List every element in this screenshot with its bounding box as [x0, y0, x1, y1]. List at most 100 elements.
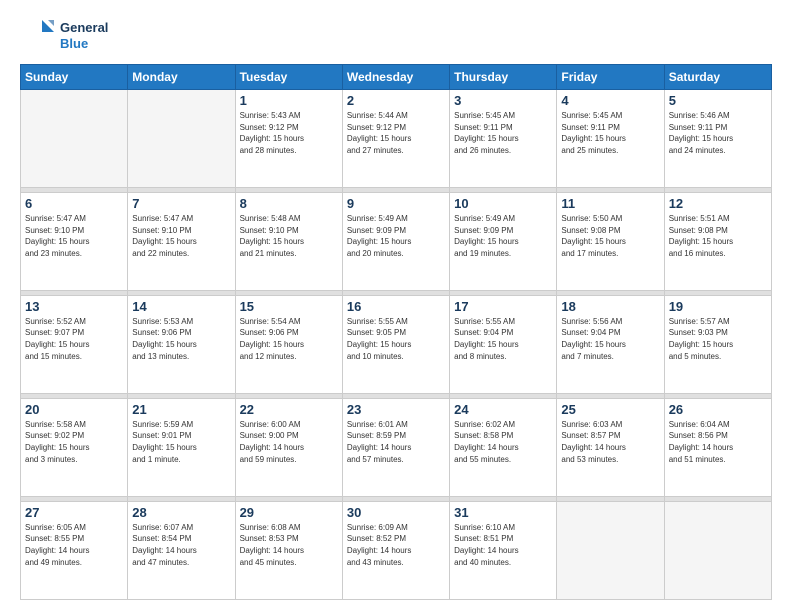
- day-info: Sunrise: 6:08 AM Sunset: 8:53 PM Dayligh…: [240, 522, 338, 568]
- calendar-cell: 20 Sunrise: 5:58 AM Sunset: 9:02 PM Dayli…: [21, 398, 128, 496]
- day-number: 28: [132, 505, 230, 520]
- logo-text: General Blue: [60, 20, 108, 51]
- calendar-cell: 3 Sunrise: 5:45 AM Sunset: 9:11 PM Daylig…: [450, 90, 557, 188]
- calendar-header-row: SundayMondayTuesdayWednesdayThursdayFrid…: [21, 65, 772, 90]
- calendar-cell: 12 Sunrise: 5:51 AM Sunset: 9:08 PM Dayli…: [664, 192, 771, 290]
- calendar-cell: 22Sunrise: 6:00 AM Sunset: 9:00 PM Dayli…: [235, 398, 342, 496]
- calendar-table: SundayMondayTuesdayWednesdayThursdayFrid…: [20, 64, 772, 600]
- day-info: Sunrise: 5:53 AM Sunset: 9:06 PM Dayligh…: [132, 316, 230, 362]
- calendar-cell: 4 Sunrise: 5:45 AM Sunset: 9:11 PM Daylig…: [557, 90, 664, 188]
- day-number: 25: [561, 402, 659, 417]
- day-number: 31: [454, 505, 552, 520]
- day-info: Sunrise: 6:10 AM Sunset: 8:51 PM Dayligh…: [454, 522, 552, 568]
- weekday-header-saturday: Saturday: [664, 65, 771, 90]
- day-info: Sunrise: 6:03 AM Sunset: 8:57 PM Dayligh…: [561, 419, 659, 465]
- page: General Blue SundayMondayTuesdayWednesda…: [0, 0, 792, 612]
- day-number: 8: [240, 196, 338, 211]
- day-number: 29: [240, 505, 338, 520]
- calendar-cell: [664, 501, 771, 599]
- weekday-header-friday: Friday: [557, 65, 664, 90]
- calendar-week-1: 1Sunrise: 5:43 AM Sunset: 9:12 PM Daylig…: [21, 90, 772, 188]
- day-number: 3: [454, 93, 552, 108]
- day-number: 9: [347, 196, 445, 211]
- calendar-cell: 16 Sunrise: 5:55 AM Sunset: 9:05 PM Dayli…: [342, 295, 449, 393]
- day-info: Sunrise: 5:44 AM Sunset: 9:12 PM Dayligh…: [347, 110, 445, 156]
- day-number: 27: [25, 505, 123, 520]
- day-number: 16: [347, 299, 445, 314]
- day-info: Sunrise: 5:52 AM Sunset: 9:07 PM Dayligh…: [25, 316, 123, 362]
- day-info: Sunrise: 6:04 AM Sunset: 8:56 PM Dayligh…: [669, 419, 767, 465]
- day-number: 12: [669, 196, 767, 211]
- day-info: Sunrise: 5:51 AM Sunset: 9:08 PM Dayligh…: [669, 213, 767, 259]
- day-info: Sunrise: 5:57 AM Sunset: 9:03 PM Dayligh…: [669, 316, 767, 362]
- calendar-week-3: 13 Sunrise: 5:52 AM Sunset: 9:07 PM Dayli…: [21, 295, 772, 393]
- calendar-cell: 21Sunrise: 5:59 AM Sunset: 9:01 PM Dayli…: [128, 398, 235, 496]
- day-info: Sunrise: 6:07 AM Sunset: 8:54 PM Dayligh…: [132, 522, 230, 568]
- day-info: Sunrise: 5:50 AM Sunset: 9:08 PM Dayligh…: [561, 213, 659, 259]
- day-number: 2: [347, 93, 445, 108]
- calendar-cell: 13 Sunrise: 5:52 AM Sunset: 9:07 PM Dayli…: [21, 295, 128, 393]
- day-info: Sunrise: 5:55 AM Sunset: 9:05 PM Dayligh…: [347, 316, 445, 362]
- calendar-cell: 17Sunrise: 5:55 AM Sunset: 9:04 PM Dayli…: [450, 295, 557, 393]
- calendar-cell: 8Sunrise: 5:48 AM Sunset: 9:10 PM Daylig…: [235, 192, 342, 290]
- calendar-cell: 31 Sunrise: 6:10 AM Sunset: 8:51 PM Dayli…: [450, 501, 557, 599]
- day-number: 20: [25, 402, 123, 417]
- day-number: 11: [561, 196, 659, 211]
- logo: General Blue: [20, 18, 108, 54]
- day-number: 5: [669, 93, 767, 108]
- day-info: Sunrise: 6:05 AM Sunset: 8:55 PM Dayligh…: [25, 522, 123, 568]
- calendar-cell: 28 Sunrise: 6:07 AM Sunset: 8:54 PM Dayli…: [128, 501, 235, 599]
- calendar-cell: 30Sunrise: 6:09 AM Sunset: 8:52 PM Dayli…: [342, 501, 449, 599]
- day-number: 10: [454, 196, 552, 211]
- header: General Blue: [20, 18, 772, 54]
- day-number: 4: [561, 93, 659, 108]
- calendar-cell: 11 Sunrise: 5:50 AM Sunset: 9:08 PM Dayli…: [557, 192, 664, 290]
- calendar-cell: 5 Sunrise: 5:46 AM Sunset: 9:11 PM Daylig…: [664, 90, 771, 188]
- calendar-cell: 23Sunrise: 6:01 AM Sunset: 8:59 PM Dayli…: [342, 398, 449, 496]
- calendar-cell: 19 Sunrise: 5:57 AM Sunset: 9:03 PM Dayli…: [664, 295, 771, 393]
- day-info: Sunrise: 5:47 AM Sunset: 9:10 PM Dayligh…: [132, 213, 230, 259]
- calendar-cell: 10 Sunrise: 5:49 AM Sunset: 9:09 PM Dayli…: [450, 192, 557, 290]
- day-info: Sunrise: 5:45 AM Sunset: 9:11 PM Dayligh…: [454, 110, 552, 156]
- day-info: Sunrise: 6:09 AM Sunset: 8:52 PM Dayligh…: [347, 522, 445, 568]
- day-number: 1: [240, 93, 338, 108]
- calendar-cell: 9 Sunrise: 5:49 AM Sunset: 9:09 PM Daylig…: [342, 192, 449, 290]
- calendar-week-2: 6 Sunrise: 5:47 AM Sunset: 9:10 PM Daylig…: [21, 192, 772, 290]
- calendar-cell: 24 Sunrise: 6:02 AM Sunset: 8:58 PM Dayli…: [450, 398, 557, 496]
- day-info: Sunrise: 5:55 AM Sunset: 9:04 PM Dayligh…: [454, 316, 552, 362]
- day-number: 15: [240, 299, 338, 314]
- day-number: 13: [25, 299, 123, 314]
- day-info: Sunrise: 5:49 AM Sunset: 9:09 PM Dayligh…: [347, 213, 445, 259]
- weekday-header-sunday: Sunday: [21, 65, 128, 90]
- day-number: 6: [25, 196, 123, 211]
- day-number: 19: [669, 299, 767, 314]
- day-info: Sunrise: 5:46 AM Sunset: 9:11 PM Dayligh…: [669, 110, 767, 156]
- calendar-week-5: 27 Sunrise: 6:05 AM Sunset: 8:55 PM Dayli…: [21, 501, 772, 599]
- calendar-cell: 1Sunrise: 5:43 AM Sunset: 9:12 PM Daylig…: [235, 90, 342, 188]
- weekday-header-monday: Monday: [128, 65, 235, 90]
- day-number: 26: [669, 402, 767, 417]
- day-info: Sunrise: 6:01 AM Sunset: 8:59 PM Dayligh…: [347, 419, 445, 465]
- day-number: 18: [561, 299, 659, 314]
- day-number: 14: [132, 299, 230, 314]
- calendar-cell: 15 Sunrise: 5:54 AM Sunset: 9:06 PM Dayli…: [235, 295, 342, 393]
- day-info: Sunrise: 5:54 AM Sunset: 9:06 PM Dayligh…: [240, 316, 338, 362]
- calendar-cell: [557, 501, 664, 599]
- day-number: 7: [132, 196, 230, 211]
- calendar-cell: 29 Sunrise: 6:08 AM Sunset: 8:53 PM Dayli…: [235, 501, 342, 599]
- day-info: Sunrise: 5:47 AM Sunset: 9:10 PM Dayligh…: [25, 213, 123, 259]
- calendar-cell: 7 Sunrise: 5:47 AM Sunset: 9:10 PM Daylig…: [128, 192, 235, 290]
- calendar-week-4: 20 Sunrise: 5:58 AM Sunset: 9:02 PM Dayli…: [21, 398, 772, 496]
- day-number: 24: [454, 402, 552, 417]
- calendar-cell: [128, 90, 235, 188]
- day-info: Sunrise: 5:49 AM Sunset: 9:09 PM Dayligh…: [454, 213, 552, 259]
- weekday-header-tuesday: Tuesday: [235, 65, 342, 90]
- day-info: Sunrise: 5:58 AM Sunset: 9:02 PM Dayligh…: [25, 419, 123, 465]
- calendar-cell: 27 Sunrise: 6:05 AM Sunset: 8:55 PM Dayli…: [21, 501, 128, 599]
- weekday-header-wednesday: Wednesday: [342, 65, 449, 90]
- day-info: Sunrise: 6:02 AM Sunset: 8:58 PM Dayligh…: [454, 419, 552, 465]
- logo-icon: [20, 18, 56, 54]
- calendar-cell: 6 Sunrise: 5:47 AM Sunset: 9:10 PM Daylig…: [21, 192, 128, 290]
- calendar-cell: [21, 90, 128, 188]
- day-info: Sunrise: 5:45 AM Sunset: 9:11 PM Dayligh…: [561, 110, 659, 156]
